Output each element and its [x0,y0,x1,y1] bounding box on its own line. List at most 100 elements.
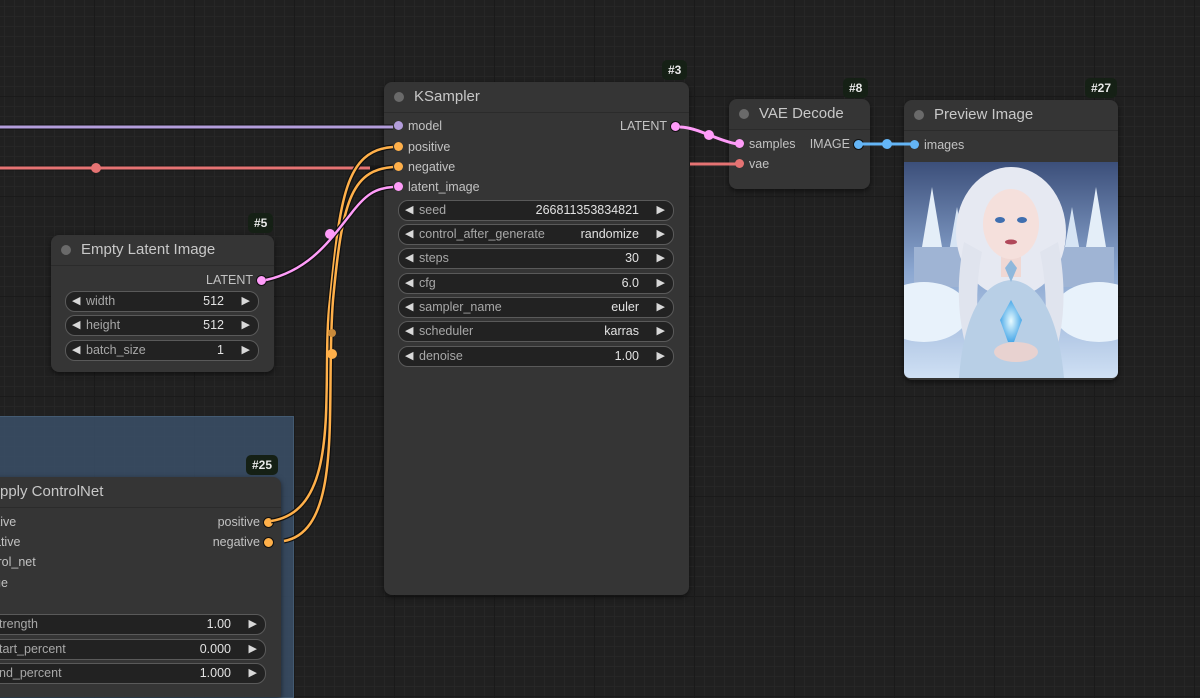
input-slot-samples[interactable]: samples [729,134,796,154]
widget-value[interactable]: 512 [203,292,224,311]
slot-label: vae [749,157,770,171]
widget-value[interactable]: karras [604,322,639,341]
increment-arrow-icon[interactable]: ▶ [249,615,257,634]
slot-dot-icon[interactable] [735,139,744,148]
widget-value[interactable]: 266811353834821 [536,201,639,220]
input-slot-control-net[interactable]: trol_net [0,552,36,572]
widget-value[interactable]: 1.00 [615,347,639,366]
node-preview-image[interactable]: Preview Image images [904,100,1118,380]
slot-dot-icon[interactable] [394,142,403,151]
increment-arrow-icon[interactable]: ▶ [657,274,665,293]
node-empty-latent-image[interactable]: Empty Latent Image LATENT ◀ width 512 ▶ … [51,235,274,372]
node-id-badge: #5 [248,213,274,233]
decrement-arrow-icon[interactable]: ◀ [405,225,413,244]
widget-cfg[interactable]: ◀ cfg 6.0 ▶ [398,273,674,294]
input-slot-negative[interactable]: ative [0,532,20,552]
increment-arrow-icon[interactable]: ▶ [657,249,665,268]
widget-value[interactable]: 1 [217,341,224,360]
widget-width[interactable]: ◀ width 512 ▶ [65,291,259,312]
widget-start-percent[interactable]: tart_percent 0.000 ▶ [0,639,266,660]
widget-denoise[interactable]: ◀ denoise 1.00 ▶ [398,346,674,367]
node-title-bar[interactable]: Empty Latent Image [51,235,274,266]
slot-label: IMAGE [809,137,850,151]
slot-dot-icon[interactable] [256,275,267,286]
increment-arrow-icon[interactable]: ▶ [657,225,665,244]
output-slot-positive[interactable]: positive [218,512,280,532]
slot-dot-icon[interactable] [263,537,274,548]
increment-arrow-icon[interactable]: ▶ [657,298,665,317]
input-slot-image[interactable]: ge [0,573,8,593]
slot-dot-icon[interactable] [910,140,919,149]
input-slot-images[interactable]: images [904,135,964,155]
increment-arrow-icon[interactable]: ▶ [242,316,250,335]
decrement-arrow-icon[interactable]: ◀ [405,298,413,317]
slot-label: negative [408,160,456,174]
slot-dot-icon[interactable] [735,159,744,168]
node-title-bar[interactable]: KSampler [384,82,689,113]
slot-dot-icon[interactable] [394,162,403,171]
widget-control-after-generate[interactable]: ◀ control_after_generate randomize ▶ [398,224,674,245]
input-slot-positive[interactable]: positive [388,137,450,157]
collapse-dot-icon[interactable] [61,245,71,255]
increment-arrow-icon[interactable]: ▶ [242,341,250,360]
widget-batch-size[interactable]: ◀ batch_size 1 ▶ [65,340,259,361]
input-slot-vae[interactable]: vae [729,154,769,174]
collapse-dot-icon[interactable] [394,92,404,102]
decrement-arrow-icon[interactable]: ◀ [405,347,413,366]
widget-value[interactable]: 6.0 [622,274,639,293]
preview-image[interactable] [904,162,1118,378]
slot-dot-icon[interactable] [394,182,403,191]
decrement-arrow-icon[interactable]: ◀ [72,316,80,335]
output-slot-latent[interactable]: LATENT [620,116,687,136]
node-ksampler[interactable]: KSampler model positive negative latent_… [384,82,689,595]
node-title-bar[interactable]: VAE Decode [729,99,870,130]
increment-arrow-icon[interactable]: ▶ [657,322,665,341]
decrement-arrow-icon[interactable]: ◀ [405,274,413,293]
slot-label: images [924,138,965,152]
node-title: pply ControlNet [0,483,104,500]
widget-value[interactable]: 30 [625,249,639,268]
node-title-bar[interactable]: Preview Image [904,100,1118,131]
widget-value[interactable]: randomize [581,225,639,244]
increment-arrow-icon[interactable]: ▶ [242,292,250,311]
widget-value[interactable]: 1.00 [207,615,231,634]
output-slot-negative[interactable]: negative [213,532,280,552]
increment-arrow-icon[interactable]: ▶ [249,640,257,659]
decrement-arrow-icon[interactable]: ◀ [72,341,80,360]
slot-dot-icon[interactable] [263,517,274,528]
increment-arrow-icon[interactable]: ▶ [657,201,665,220]
widget-value[interactable]: euler [611,298,639,317]
widget-seed[interactable]: ◀ seed 266811353834821 ▶ [398,200,674,221]
widget-height[interactable]: ◀ height 512 ▶ [65,315,259,336]
slot-label: LATENT [620,119,667,133]
widget-label: scheduler [419,324,474,338]
widget-value[interactable]: 512 [203,316,224,335]
node-title-bar[interactable]: pply ControlNet [0,477,281,508]
decrement-arrow-icon[interactable]: ◀ [72,292,80,311]
decrement-arrow-icon[interactable]: ◀ [405,201,413,220]
slot-dot-icon[interactable] [670,121,681,132]
input-slot-latent-image[interactable]: latent_image [388,177,480,197]
decrement-arrow-icon[interactable]: ◀ [405,322,413,341]
widget-scheduler[interactable]: ◀ scheduler karras ▶ [398,321,674,342]
slot-dot-icon[interactable] [853,139,864,150]
widget-strength[interactable]: trength 1.00 ▶ [0,614,266,635]
node-id-badge: #3 [662,60,688,80]
slot-dot-icon[interactable] [394,121,403,130]
input-slot-positive[interactable]: itive [0,512,16,532]
increment-arrow-icon[interactable]: ▶ [657,347,665,366]
widget-steps[interactable]: ◀ steps 30 ▶ [398,248,674,269]
node-apply-controlnet[interactable]: pply ControlNet itive ative trol_net ge … [0,477,281,697]
collapse-dot-icon[interactable] [739,109,749,119]
decrement-arrow-icon[interactable]: ◀ [405,249,413,268]
slot-label: trol_net [0,555,36,569]
collapse-dot-icon[interactable] [914,110,924,120]
input-slot-model[interactable]: model [388,116,442,136]
input-slot-negative[interactable]: negative [388,157,455,177]
node-vae-decode[interactable]: VAE Decode samples vae IMAGE [729,99,870,189]
output-slot-latent[interactable]: LATENT [206,270,273,290]
widget-value[interactable]: 0.000 [200,640,231,659]
widget-label: trength [0,617,38,631]
output-slot-image[interactable]: IMAGE [810,134,870,154]
widget-sampler-name[interactable]: ◀ sampler_name euler ▶ [398,297,674,318]
